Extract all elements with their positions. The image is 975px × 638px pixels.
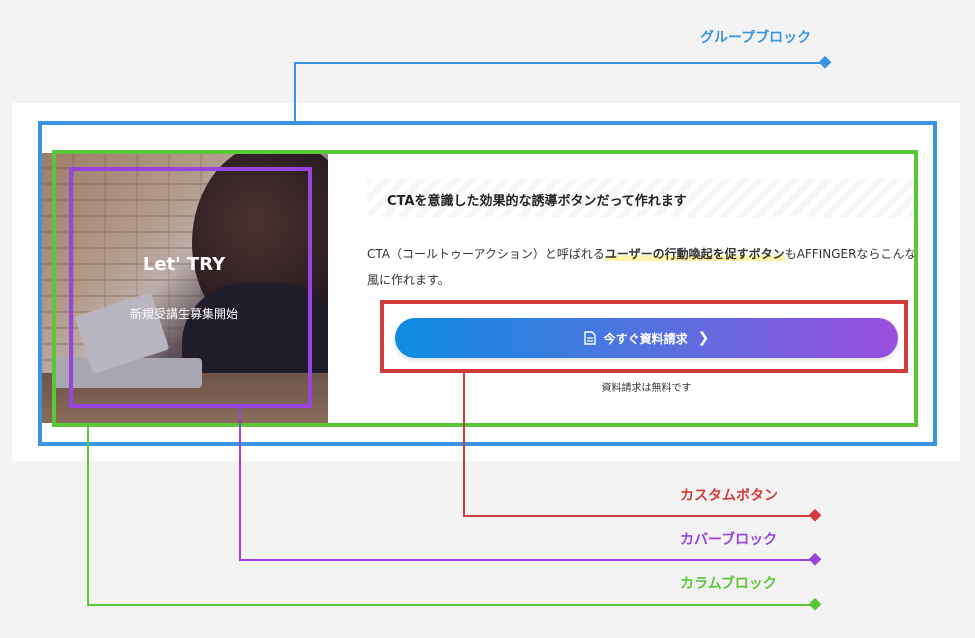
group-callout-marker (818, 55, 832, 69)
column-callout-marker (808, 597, 822, 611)
column-block-label: カラムブロック (680, 576, 777, 592)
cover-block-label: カバーブロック (680, 532, 778, 548)
group-callout-line (294, 62, 825, 121)
button-callout-marker (808, 508, 822, 522)
group-block-label: グループブロック (700, 30, 812, 46)
cover-callout-marker (808, 552, 822, 566)
callout-lines (87, 55, 832, 611)
custom-button-label: カスタムボタン (680, 488, 778, 504)
